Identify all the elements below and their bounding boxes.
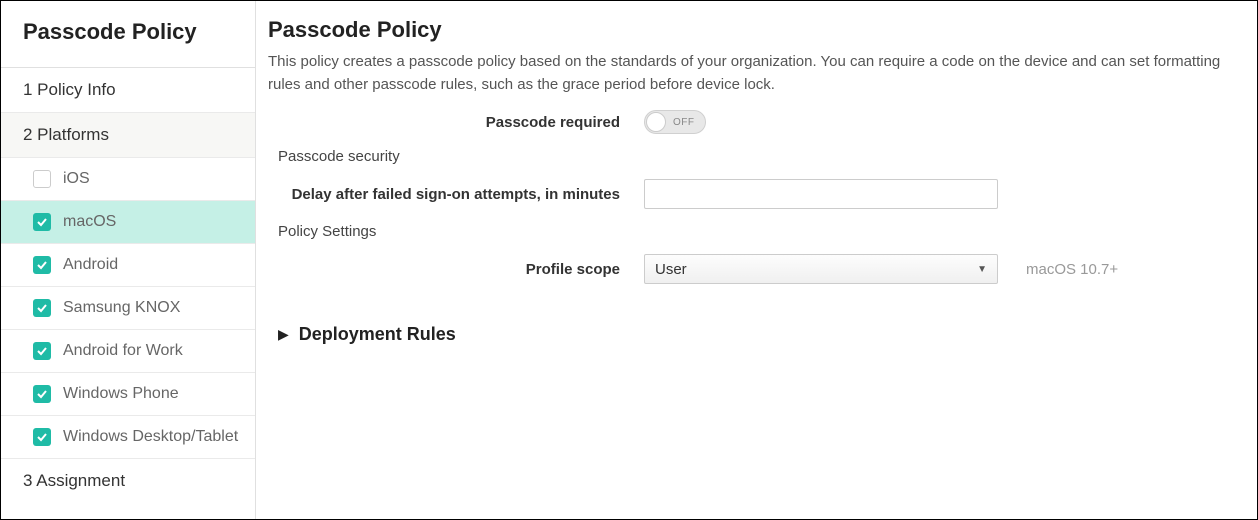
checkbox-checked-icon[interactable] [33,428,51,446]
row-profile-scope: Profile scope User ▼ macOS 10.7+ [264,254,1233,284]
platform-label: Samsung KNOX [63,299,180,317]
page-description: This policy creates a passcode policy ba… [264,51,1233,96]
deployment-rules-toggle[interactable]: ▶ Deployment Rules [278,324,1233,345]
checkbox-checked-icon[interactable] [33,213,51,231]
profile-scope-label: Profile scope [264,261,644,278]
delay-label: Delay after failed sign-on attempts, in … [264,186,644,203]
platform-label: Windows Desktop/Tablet [63,428,238,446]
platform-label: Windows Phone [63,385,179,403]
platform-label: macOS [63,213,116,231]
step-policy-info[interactable]: 1 Policy Info [1,68,255,113]
platform-label: Android [63,256,118,274]
select-value: User [655,261,687,278]
step-assignment[interactable]: 3 Assignment [1,459,255,503]
sidebar-title: Passcode Policy [1,1,255,68]
checkbox-checked-icon[interactable] [33,385,51,403]
profile-scope-select[interactable]: User ▼ [644,254,998,284]
platform-item-macos[interactable]: macOS [1,201,255,244]
platform-item-windows-phone[interactable]: Windows Phone [1,373,255,416]
sidebar: Passcode Policy 1 Policy Info 2 Platform… [1,1,256,519]
platform-label: iOS [63,170,90,188]
deployment-rules-title: Deployment Rules [299,324,456,345]
platform-item-android-for-work[interactable]: Android for Work [1,330,255,373]
platform-item-android[interactable]: Android [1,244,255,287]
step-platforms[interactable]: 2 Platforms [1,113,255,158]
row-delay: Delay after failed sign-on attempts, in … [264,179,1233,209]
platform-item-samsung-knox[interactable]: Samsung KNOX [1,287,255,330]
toggle-text: OFF [673,117,695,128]
delay-input[interactable] [644,179,998,209]
checkbox-checked-icon[interactable] [33,342,51,360]
profile-scope-hint: macOS 10.7+ [1026,261,1118,278]
page-title: Passcode Policy [264,17,1233,43]
passcode-required-toggle[interactable]: OFF [644,110,706,134]
checkbox-checked-icon[interactable] [33,299,51,317]
section-passcode-security: Passcode security [278,148,1233,165]
section-policy-settings: Policy Settings [278,223,1233,240]
checkbox-unchecked-icon[interactable] [33,170,51,188]
platform-item-windows-desktop-tablet[interactable]: Windows Desktop/Tablet [1,416,255,459]
platform-item-ios[interactable]: iOS [1,158,255,201]
caret-right-icon: ▶ [278,326,289,343]
toggle-knob-icon [646,112,666,132]
main-content: Passcode Policy This policy creates a pa… [256,1,1257,519]
platform-label: Android for Work [63,342,183,360]
row-passcode-required: Passcode required OFF [264,110,1233,134]
passcode-required-label: Passcode required [264,114,644,131]
chevron-down-icon: ▼ [977,264,987,275]
checkbox-checked-icon[interactable] [33,256,51,274]
